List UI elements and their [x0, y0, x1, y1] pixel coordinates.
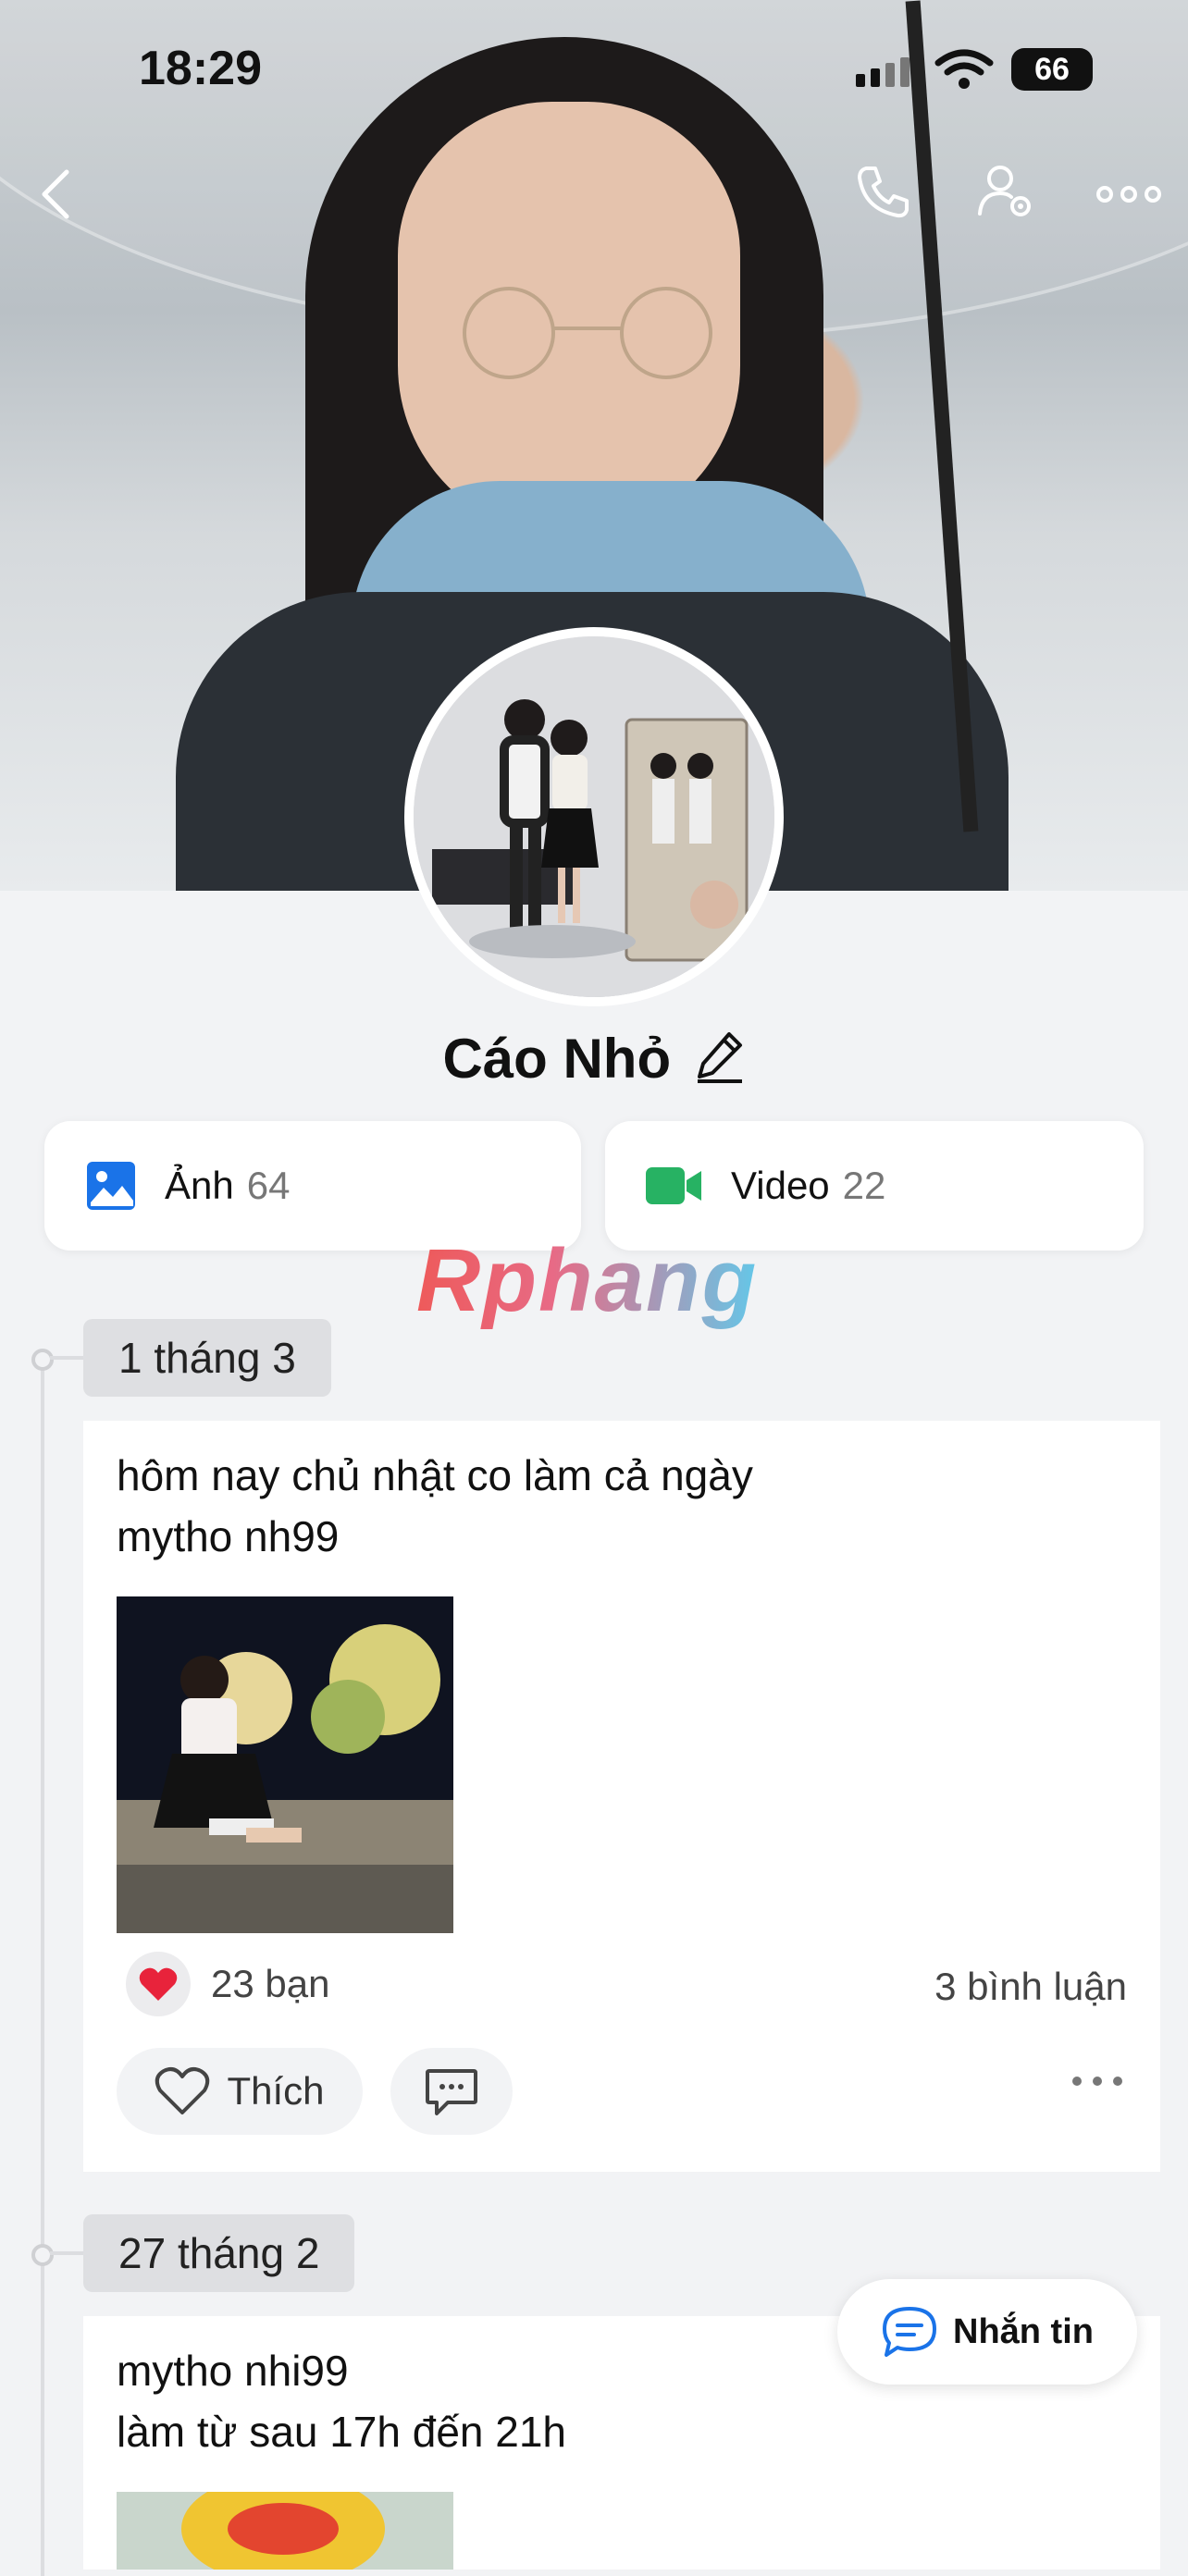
battery-indicator: 66: [1011, 48, 1093, 91]
wifi-icon: [934, 49, 994, 89]
post-photo[interactable]: [117, 1596, 453, 1933]
more-horizontal-icon: [1096, 186, 1161, 203]
profile-settings-button[interactable]: [971, 157, 1042, 228]
heart-outline-icon: [155, 2067, 210, 2114]
image-icon: [87, 1162, 135, 1210]
edit-name-button[interactable]: [694, 1029, 746, 1089]
post-photo[interactable]: [117, 2492, 453, 2570]
timeline-connector: [50, 2251, 83, 2255]
pencil-icon: [697, 1032, 742, 1083]
comment-button[interactable]: [390, 2048, 513, 2135]
photos-label: Ảnh: [165, 1164, 234, 1207]
post-date-chip: 27 tháng 2: [83, 2214, 355, 2292]
chat-bubble-icon: [883, 2307, 936, 2357]
video-camera-icon: [646, 1167, 701, 1204]
message-button[interactable]: Nhắn tin: [837, 2279, 1137, 2385]
post-text-line: làm từ sau 17h đến 21h: [117, 2408, 567, 2456]
heart-icon: [139, 1967, 178, 2001]
status-time: 18:29: [139, 42, 262, 95]
profile-name: Cáo Nhỏ: [442, 1028, 672, 1090]
user-settings-icon: [978, 166, 1031, 216]
heart-reaction: [126, 1952, 191, 2016]
post-text-line: hôm nay chủ nhật co làm cả ngày: [117, 1451, 753, 1499]
post-more-button[interactable]: [1071, 2074, 1123, 2093]
watermark-logo: Rphang: [416, 1231, 759, 1330]
timeline-line: [41, 1355, 44, 2576]
back-button[interactable]: [28, 157, 83, 231]
post-card[interactable]: hôm nay chủ nhật co làm cả ngày mytho nh…: [83, 1421, 1160, 2172]
videos-count: 22: [842, 1164, 886, 1207]
photos-count: 64: [246, 1164, 291, 1207]
profile-avatar[interactable]: [404, 627, 784, 1006]
reaction-summary[interactable]: 23 bạn: [126, 1952, 329, 2016]
more-options-button[interactable]: [1092, 166, 1166, 222]
message-button-label: Nhắn tin: [953, 2311, 1094, 2351]
cover-glasses: [463, 287, 712, 379]
like-button[interactable]: Thích: [117, 2048, 363, 2135]
reaction-count: 23 bạn: [211, 1962, 330, 2005]
timeline-dot: [31, 1349, 54, 1371]
timeline-connector: [50, 1356, 83, 1360]
comment-count[interactable]: 3 bình luận: [934, 1965, 1127, 2009]
timeline-dot: [31, 2244, 54, 2266]
status-bar: 18:29 66: [0, 0, 1188, 139]
more-horizontal-icon: [1072, 2077, 1122, 2086]
videos-label: Video: [731, 1164, 830, 1207]
post-text-line: mytho nhi99: [117, 2347, 349, 2395]
chevron-left-icon: [42, 169, 69, 219]
comment-icon: [426, 2069, 477, 2115]
cellular-signal-icon: [856, 57, 910, 87]
avatar-image: [414, 636, 774, 997]
post-date-chip: 1 tháng 3: [83, 1319, 331, 1397]
like-label: Thích: [227, 2069, 325, 2113]
call-button[interactable]: [849, 157, 918, 226]
post-text-line: mytho nh99: [117, 1512, 340, 1560]
profile-name-row: Cáo Nhỏ: [0, 1027, 1188, 1091]
phone-icon: [858, 166, 909, 218]
